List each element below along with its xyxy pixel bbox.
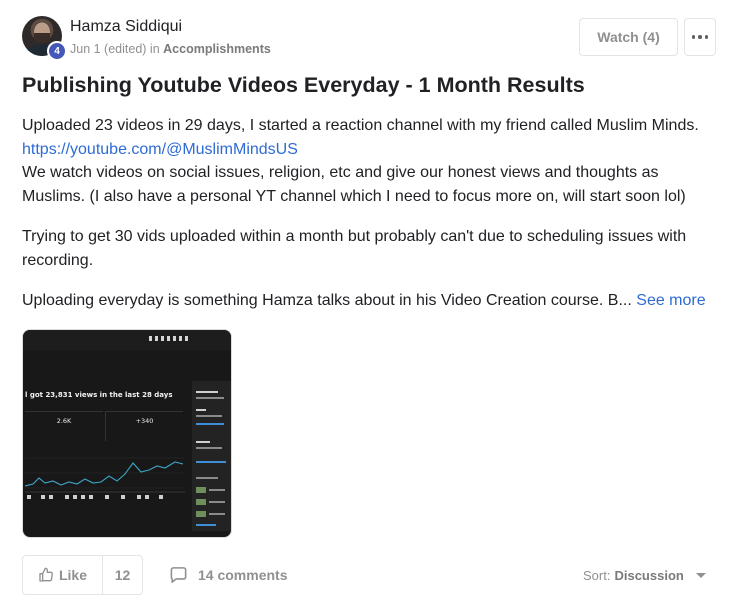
paragraph-1-line-1: Uploaded 23 videos in 29 days, I started…	[22, 117, 699, 134]
thumbnail-stat-2: +340	[105, 411, 183, 441]
like-button[interactable]: Like	[23, 556, 103, 594]
sort-dropdown[interactable]: Sort: Discussion	[583, 555, 706, 595]
in-word: in	[149, 42, 160, 56]
watch-button[interactable]: Watch (4)	[579, 18, 678, 56]
like-count[interactable]: 12	[103, 556, 142, 594]
thumbnail-stat-1-value: 2.6K	[56, 417, 72, 425]
thumbnail-views-chart	[25, 457, 185, 499]
post-footer: Like 12 14 comments Sort: Discussion	[22, 555, 712, 595]
author-name[interactable]: Hamza Siddiqui	[70, 18, 182, 36]
comments-button[interactable]: 14 comments	[169, 555, 287, 595]
post-date[interactable]: Jun 1 (edited)	[70, 42, 146, 56]
more-options-button[interactable]	[684, 18, 716, 56]
thumbs-up-icon	[39, 567, 53, 582]
level-badge: 4	[47, 41, 67, 61]
paragraph-1-line-3: We watch videos on social issues, religi…	[22, 164, 686, 205]
post-paragraph-1: Uploaded 23 videos in 29 days, I started…	[22, 114, 712, 208]
like-group: Like 12	[22, 555, 143, 595]
post-meta: Jun 1 (edited) in Accomplishments	[70, 42, 271, 56]
attachment-thumbnail[interactable]: l got 23,831 views in the last 28 days 2…	[22, 329, 232, 538]
thumbnail-stat-2-value: +340	[135, 417, 154, 425]
comments-label: 14 comments	[198, 567, 288, 583]
post-title: Publishing Youtube Videos Everyday - 1 M…	[22, 73, 585, 97]
post-paragraph-3: Uploading everyday is something Hamza ta…	[22, 289, 712, 313]
like-label: Like	[58, 567, 87, 583]
post-paragraph-2: Trying to get 30 vids uploaded within a …	[22, 228, 687, 269]
thumbnail-stat-1: 2.6K	[25, 411, 103, 441]
thumbnail-topbar	[23, 330, 231, 350]
sort-label: Sort:	[583, 567, 611, 583]
thumbnail-toolbar-icons	[149, 336, 189, 341]
more-horizontal-icon	[691, 35, 709, 39]
thumbnail-side-panel	[192, 381, 231, 531]
category-link[interactable]: Accomplishments	[163, 42, 271, 56]
see-more-link[interactable]: See more	[636, 292, 705, 309]
paragraph-3-text: Uploading everyday is something Hamza ta…	[22, 292, 632, 309]
caret-down-icon	[695, 572, 706, 578]
comment-bubble-icon	[170, 567, 187, 583]
thumbnail-headline: l got 23,831 views in the last 28 days	[25, 391, 173, 399]
sort-value: Discussion	[614, 567, 684, 583]
channel-link[interactable]: https://youtube.com/@MuslimMindsUS	[22, 141, 298, 158]
